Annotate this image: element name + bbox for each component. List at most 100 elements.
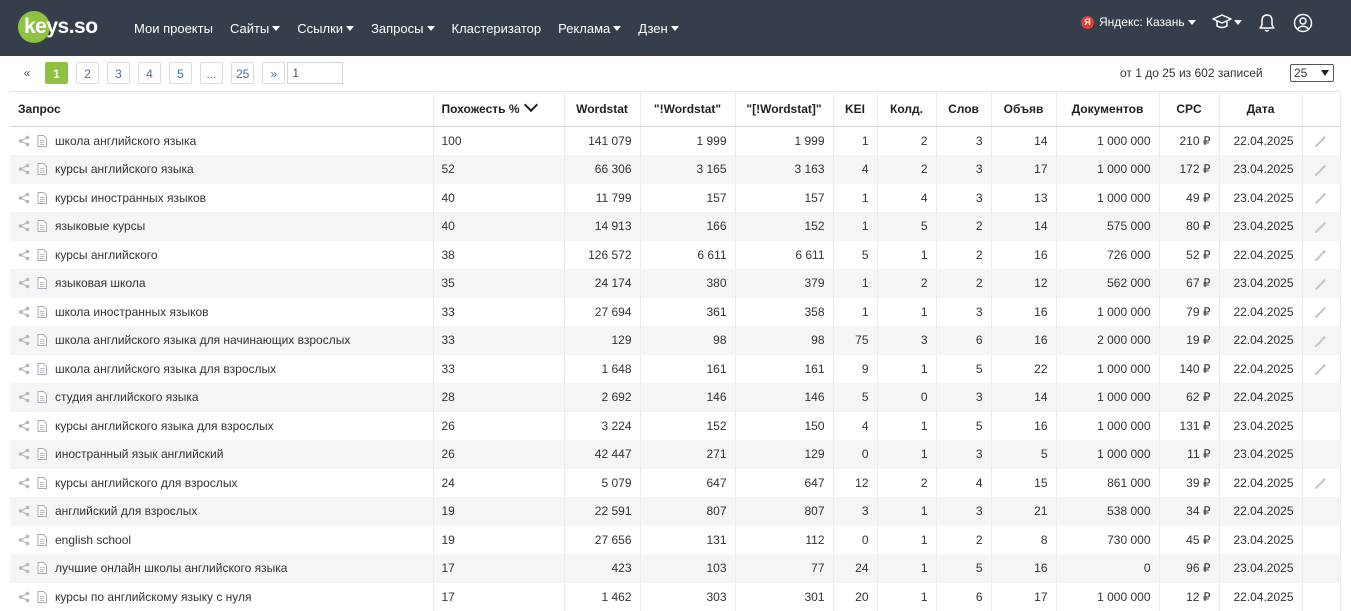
column-header[interactable]: Запрос	[10, 92, 433, 127]
nav-item-2[interactable]: Ссылки	[297, 21, 354, 36]
page-button[interactable]: 3	[107, 62, 130, 84]
query-text[interactable]: школа иностранных языков	[55, 305, 209, 319]
query-text[interactable]: иностранный язык английский	[55, 447, 223, 461]
prev-page-button[interactable]: «	[17, 62, 37, 84]
column-header[interactable]: Колд.	[877, 92, 936, 127]
magic-wand-icon[interactable]	[1314, 191, 1328, 205]
table-row[interactable]: курсы иностранных языков4011 79915715714…	[10, 184, 1340, 213]
query-text[interactable]: английский для взрослых	[55, 504, 197, 518]
share-icon[interactable]	[18, 591, 30, 603]
magic-wand-icon[interactable]	[1314, 305, 1328, 319]
query-text[interactable]: лучшие онлайн школы английского языка	[55, 561, 287, 575]
table-row[interactable]: курсы английского языка для взрослых263 …	[10, 412, 1340, 441]
query-text[interactable]: студия английского языка	[55, 390, 199, 404]
document-icon[interactable]	[37, 591, 47, 603]
share-icon[interactable]	[18, 420, 30, 432]
query-text[interactable]: english school	[55, 533, 131, 547]
document-icon[interactable]	[37, 277, 47, 289]
page-button[interactable]: ...	[200, 62, 223, 84]
document-icon[interactable]	[37, 534, 47, 546]
magic-wand-icon[interactable]	[1314, 134, 1328, 148]
nav-item-1[interactable]: Сайты	[230, 21, 280, 36]
document-icon[interactable]	[37, 391, 47, 403]
magic-wand-icon[interactable]	[1314, 334, 1328, 348]
table-row[interactable]: иностранный язык английский2642 44727112…	[10, 440, 1340, 469]
magic-wand-icon[interactable]	[1314, 248, 1328, 262]
table-row[interactable]: школа английского языка100141 0791 9991 …	[10, 127, 1340, 156]
column-header[interactable]: Слов	[936, 92, 991, 127]
table-row[interactable]: курсы английского для взрослых245 079647…	[10, 469, 1340, 498]
document-icon[interactable]	[37, 363, 47, 375]
profile-button[interactable]	[1293, 13, 1313, 36]
share-icon[interactable]	[18, 505, 30, 517]
nav-item-4[interactable]: Кластеризатор	[452, 21, 542, 36]
nav-item-6[interactable]: Дзен	[638, 21, 678, 36]
query-text[interactable]: школа английского языка для взрослых	[55, 362, 276, 376]
logo[interactable]: keys.so	[18, 10, 98, 44]
query-text[interactable]: курсы английского языка для взрослых	[55, 419, 274, 433]
column-header[interactable]: "!Wordstat"	[640, 92, 735, 127]
table-row[interactable]: лучшие онлайн школы английского языка174…	[10, 554, 1340, 583]
table-row[interactable]: языковая школа3524 17438037912212562 000…	[10, 269, 1340, 298]
share-icon[interactable]	[18, 562, 30, 574]
table-row[interactable]: школа иностранных языков3327 69436135811…	[10, 298, 1340, 327]
share-icon[interactable]	[18, 277, 30, 289]
document-icon[interactable]	[37, 163, 47, 175]
share-icon[interactable]	[18, 448, 30, 460]
share-icon[interactable]	[18, 534, 30, 546]
column-header[interactable]: Объяв	[991, 92, 1056, 127]
query-text[interactable]: языковые курсы	[55, 219, 145, 233]
share-icon[interactable]	[18, 220, 30, 232]
table-row[interactable]: студия английского языка282 692146146503…	[10, 383, 1340, 412]
column-header[interactable]: Wordstat	[564, 92, 640, 127]
column-header[interactable]: CPC	[1159, 92, 1219, 127]
share-icon[interactable]	[18, 391, 30, 403]
education-menu[interactable]	[1212, 13, 1242, 36]
table-row[interactable]: школа английского языка для взрослых331 …	[10, 355, 1340, 384]
page-button[interactable]: 25	[231, 62, 254, 84]
magic-wand-icon[interactable]	[1314, 362, 1328, 376]
query-text[interactable]: школа английского языка	[55, 134, 196, 148]
magic-wand-icon[interactable]	[1314, 163, 1328, 177]
table-row[interactable]: английский для взрослых1922 591807807313…	[10, 497, 1340, 526]
share-icon[interactable]	[18, 477, 30, 489]
next-page-button[interactable]: »	[262, 62, 285, 84]
query-text[interactable]: курсы английского языка	[55, 162, 194, 176]
query-text[interactable]: курсы иностранных языков	[55, 191, 206, 205]
magic-wand-icon[interactable]	[1314, 220, 1328, 234]
query-text[interactable]: языковая школа	[55, 276, 146, 290]
share-icon[interactable]	[18, 163, 30, 175]
query-text[interactable]: курсы английского для взрослых	[55, 476, 237, 490]
page-button[interactable]: 2	[76, 62, 99, 84]
document-icon[interactable]	[37, 505, 47, 517]
document-icon[interactable]	[37, 562, 47, 574]
page-button[interactable]: 4	[138, 62, 161, 84]
share-icon[interactable]	[18, 249, 30, 261]
document-icon[interactable]	[37, 249, 47, 261]
query-text[interactable]: курсы английского	[55, 248, 158, 262]
column-header[interactable]: Документов	[1056, 92, 1159, 127]
per-page-select[interactable]: 25	[1290, 64, 1334, 82]
document-icon[interactable]	[37, 334, 47, 346]
share-icon[interactable]	[18, 363, 30, 375]
notifications-button[interactable]	[1258, 13, 1276, 36]
table-row[interactable]: курсы английского языка5266 3063 1653 16…	[10, 155, 1340, 184]
share-icon[interactable]	[18, 306, 30, 318]
document-icon[interactable]	[37, 448, 47, 460]
goto-page-input[interactable]	[287, 62, 343, 84]
document-icon[interactable]	[37, 135, 47, 147]
page-button[interactable]: 1	[45, 62, 68, 84]
table-row[interactable]: english school1927 6561311120128730 0004…	[10, 526, 1340, 555]
document-icon[interactable]	[37, 220, 47, 232]
column-header[interactable]: "[!Wordstat]"	[735, 92, 833, 127]
document-icon[interactable]	[37, 420, 47, 432]
query-text[interactable]: курсы по английскому языку с нуля	[55, 590, 252, 604]
column-header[interactable]: KEI	[833, 92, 877, 127]
table-row[interactable]: языковые курсы4014 91316615215214575 000…	[10, 212, 1340, 241]
share-icon[interactable]	[18, 192, 30, 204]
nav-item-0[interactable]: Мои проекты	[134, 21, 213, 36]
magic-wand-icon[interactable]	[1314, 476, 1328, 490]
column-header[interactable]: Дата	[1219, 92, 1302, 127]
table-row[interactable]: школа английского языка для начинающих в…	[10, 326, 1340, 355]
query-text[interactable]: школа английского языка для начинающих в…	[55, 333, 350, 347]
